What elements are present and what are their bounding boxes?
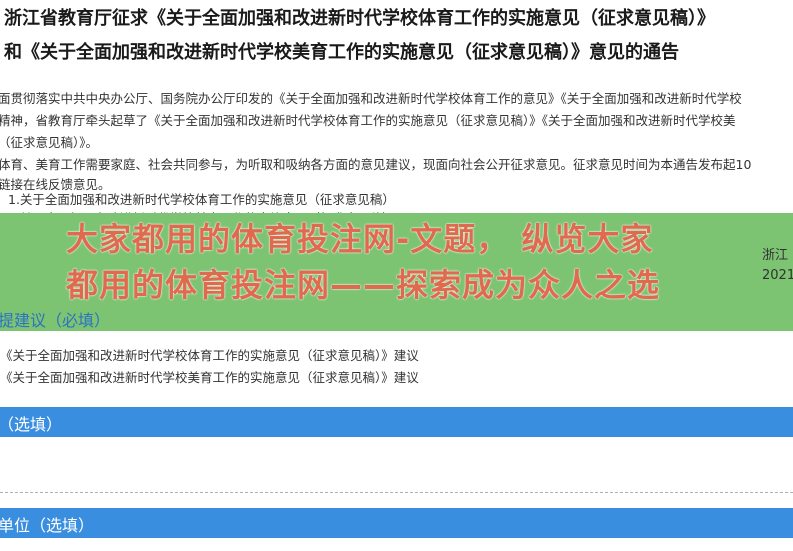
overlay-line1: 大家都用的体育投注网-文题， 纵览大家: [66, 220, 654, 258]
notice-title-line2: 和《关于全面加强和改进新时代学校美育工作的实施意见（征求意见稿）》意见的通告: [4, 42, 679, 63]
suggestion-label: 提建议（必填）: [0, 311, 111, 330]
optional-section-bar: （选填）: [0, 407, 793, 437]
suggestion-link-sports[interactable]: 《关于全面加强和改进新时代学校体育工作的实施意见（征求意见稿）》建议: [0, 345, 419, 367]
side-info-line1: 浙江: [762, 248, 789, 263]
optional-input-field[interactable]: [0, 438, 793, 493]
unit-section-bar: 单位（选填）: [0, 508, 793, 538]
overlay-line2: 都用的体育投注网——探索成为众人之选: [66, 266, 661, 304]
side-info: 浙江 2021: [762, 246, 793, 286]
unit-label: 单位（选填）: [0, 516, 95, 535]
suggestion-link-arts[interactable]: 《关于全面加强和改进新时代学校美育工作的实施意见（征求意见稿）》建议: [0, 367, 419, 389]
body-line: 精神，省教育厅牵头起草了《关于全面加强和改进新时代学校体育工作的实施意见（征求意…: [0, 113, 736, 128]
body-line: 面贯彻落实中共中央办公厅、国务院办公厅印发的《关于全面加强和改进新时代学校体育工…: [0, 91, 742, 106]
notice-body: 面贯彻落实中共中央办公厅、国务院办公厅印发的《关于全面加强和改进新时代学校体育工…: [0, 88, 751, 176]
body-line: （征求意见稿）》。: [0, 135, 99, 150]
side-info-line2: 2021: [762, 268, 793, 283]
notice-header: 浙江省教育厅征求《关于全面加强和改进新时代学校体育工作的实施意见（征求意见稿）》…: [0, 0, 793, 78]
body-line: 体育、美育工作需要家庭、社会共同参与，为听取和吸纳各方面的意见建议，现面向社会公…: [0, 157, 752, 172]
notice-title-line1: 浙江省教育厅征求《关于全面加强和改进新时代学校体育工作的实施意见（征求意见稿）》: [4, 8, 715, 29]
attachment-link-1[interactable]: 1.关于全面加强和改进新时代学校体育工作的实施意见（征求意见稿）: [8, 190, 395, 209]
suggestion-links: 《关于全面加强和改进新时代学校体育工作的实施意见（征求意见稿）》建议 《关于全面…: [0, 345, 419, 389]
optional-label: （选填）: [0, 415, 63, 434]
overlay-headline: 大家都用的体育投注网-文题， 纵览大家 都用的体育投注网——探索成为众人之选: [66, 216, 766, 308]
